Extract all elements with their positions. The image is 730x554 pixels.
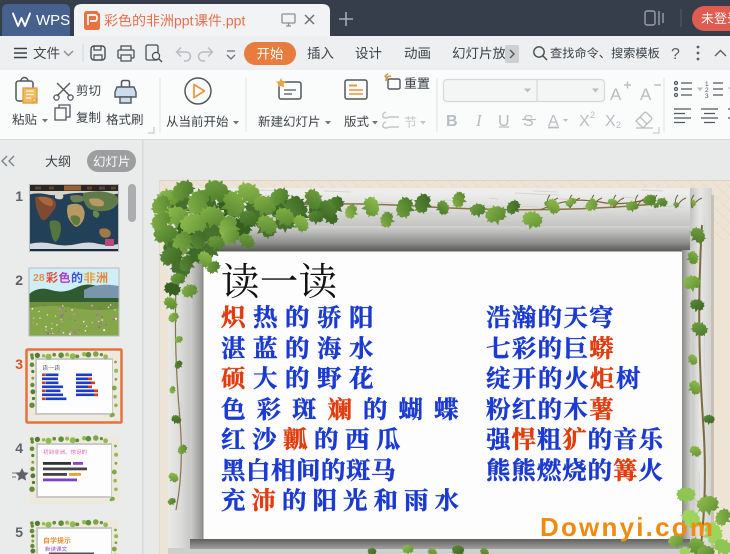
svg-text:2: 2	[590, 110, 595, 120]
svg-text:28: 28	[33, 272, 45, 284]
svg-text:5: 5	[15, 524, 23, 540]
svg-text:WPS: WPS	[36, 12, 70, 29]
svg-text:.ppt: .ppt	[222, 13, 245, 29]
svg-text:X: X	[605, 113, 616, 130]
svg-text:2: 2	[616, 120, 621, 130]
svg-text:3: 3	[705, 93, 709, 100]
svg-text:2: 2	[15, 272, 23, 288]
svg-text:X: X	[579, 113, 590, 130]
svg-text:?: ?	[671, 46, 680, 63]
svg-text:A: A	[640, 85, 652, 104]
svg-text:A: A	[610, 85, 622, 104]
svg-text:B: B	[446, 113, 458, 130]
svg-text:3: 3	[15, 356, 23, 372]
svg-text:ppt: ppt	[174, 13, 194, 29]
svg-text:Downyi.com: Downyi.com	[540, 512, 715, 542]
svg-text:S: S	[523, 113, 534, 130]
svg-text:1: 1	[15, 188, 23, 204]
svg-text:4: 4	[15, 440, 23, 456]
